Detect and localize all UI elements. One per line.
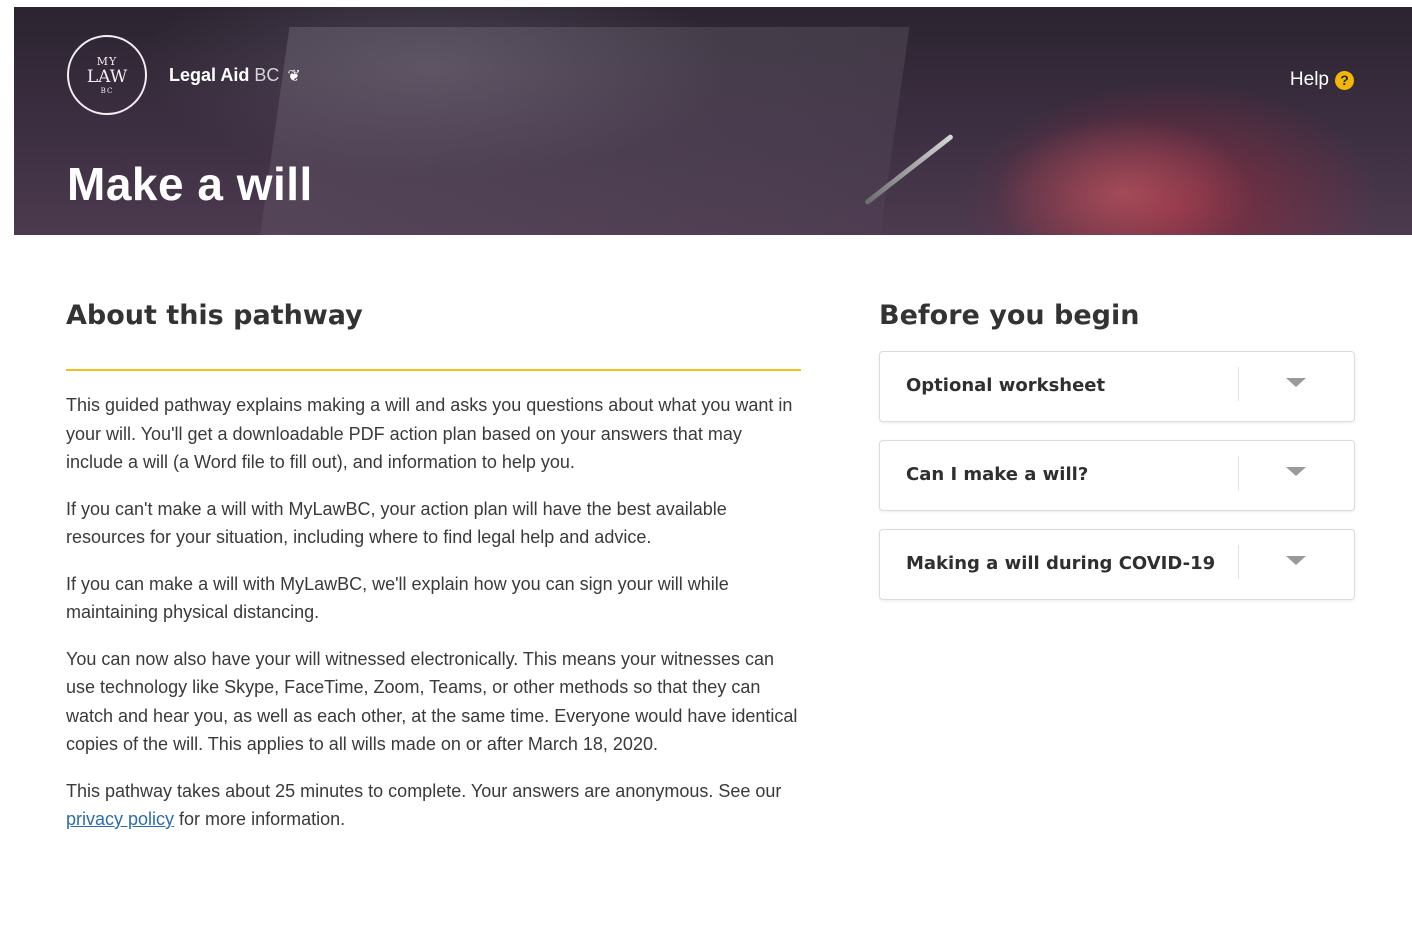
- brand-name-bold: Legal Aid: [169, 65, 250, 85]
- privacy-text-before: This pathway takes about 25 minutes to c…: [66, 780, 782, 801]
- about-heading: About this pathway: [66, 300, 363, 331]
- hero-background-hand: [994, 117, 1254, 235]
- accordion-label: Making a will during COVID-19: [906, 553, 1216, 574]
- section-divider: [66, 369, 801, 371]
- accordion-separator: [1238, 545, 1239, 579]
- accordion-list: Optional worksheet Can I make a will? Ma…: [879, 351, 1355, 600]
- logo-text-law: LAW: [86, 66, 128, 87]
- chevron-down-icon[interactable]: [1286, 378, 1306, 387]
- question-icon: ?: [1335, 70, 1354, 90]
- legal-aid-bc-logo[interactable]: Legal Aid BC ❦: [169, 65, 301, 86]
- before-heading: Before you begin: [879, 300, 1140, 331]
- hero-banner: MY LAW BC Legal Aid BC ❦ Help ? Make a w…: [14, 7, 1412, 235]
- mylawbc-logo[interactable]: MY LAW BC: [67, 35, 147, 115]
- about-paragraph: If you can make a will with MyLawBC, we'…: [66, 573, 729, 623]
- about-paragraph: If you can't make a will with MyLawBC, y…: [66, 498, 727, 548]
- accordion-separator: [1238, 456, 1239, 490]
- accordion-label: Can I make a will?: [906, 464, 1089, 485]
- accordion-separator: [1238, 367, 1239, 401]
- logo-text-my: MY: [96, 54, 118, 68]
- privacy-policy-link[interactable]: privacy policy: [66, 809, 174, 829]
- help-label: Help: [1289, 69, 1329, 90]
- leaf-icon: ❦: [287, 67, 301, 85]
- about-paragraph: This guided pathway explains making a wi…: [66, 395, 793, 472]
- brand-name-light: BC: [254, 65, 280, 85]
- hero-background-paper: [258, 27, 910, 235]
- accordion-label: Optional worksheet: [906, 375, 1106, 396]
- about-paragraph-privacy: This pathway takes about 25 minutes to c…: [66, 777, 801, 834]
- help-link[interactable]: Help ?: [1290, 69, 1354, 91]
- accordion-optional-worksheet[interactable]: Optional worksheet: [879, 351, 1355, 422]
- chevron-down-icon[interactable]: [1286, 556, 1306, 565]
- before-you-begin-section: Before you begin Optional worksheet Can …: [879, 300, 1355, 618]
- about-pathway-section: About this pathway This guided pathway e…: [66, 300, 801, 834]
- privacy-text-after: for more information.: [174, 809, 346, 829]
- about-paragraph: You can now also have your will witnesse…: [66, 648, 798, 755]
- accordion-covid-19[interactable]: Making a will during COVID-19: [879, 529, 1355, 600]
- page-title: Make a will: [67, 158, 313, 210]
- accordion-can-i-make-a-will[interactable]: Can I make a will?: [879, 440, 1355, 511]
- logo-text-bc: BC: [100, 86, 114, 95]
- chevron-down-icon[interactable]: [1286, 467, 1306, 476]
